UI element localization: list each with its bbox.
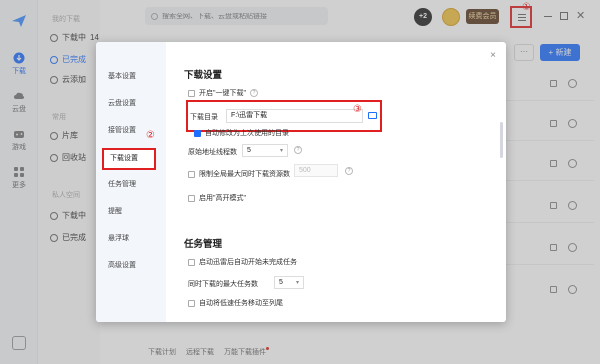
help-icon[interactable]: ? bbox=[345, 167, 353, 175]
nav-reminder[interactable]: 提醒 bbox=[96, 204, 166, 220]
checkbox[interactable] bbox=[188, 299, 195, 307]
checkbox[interactable] bbox=[194, 129, 201, 137]
dialog-close-icon[interactable]: × bbox=[490, 50, 496, 61]
dialog-scrollbar[interactable] bbox=[500, 122, 503, 158]
option-label: 开启"一键下载" bbox=[199, 90, 246, 97]
limit-global-option[interactable]: 限制全局最大同时下载资源数 bbox=[188, 169, 290, 179]
select-value: 5 bbox=[279, 279, 283, 286]
download-dir-field[interactable]: F:\迅雷下载 bbox=[226, 109, 363, 123]
option-label: 限制全局最大同时下载资源数 bbox=[199, 171, 290, 178]
origin-threads-label: 原始地址线程数 bbox=[188, 149, 237, 156]
annotation-2: ② bbox=[146, 130, 155, 141]
download-dir-label: 下载目录 bbox=[190, 114, 218, 121]
help-icon[interactable]: ? bbox=[294, 146, 302, 154]
folder-icon[interactable] bbox=[368, 112, 377, 119]
checkbox[interactable] bbox=[188, 258, 195, 266]
checkbox[interactable] bbox=[188, 170, 195, 178]
option-label: 自动将低速任务移动至列尾 bbox=[199, 300, 283, 307]
chevron-down-icon: ▾ bbox=[295, 280, 299, 286]
turbo-mode-option[interactable]: 启用"高开模式" bbox=[188, 193, 246, 203]
max-tasks-select[interactable]: 5 ▾ bbox=[274, 276, 304, 289]
option-label: 启用"高开模式" bbox=[199, 195, 246, 202]
settings-nav: 基本设置 云盘设置 接管设置 下载设置 任务管理 提醒 悬浮球 高级设置 bbox=[96, 42, 166, 322]
limit-value-field[interactable]: 500 bbox=[294, 164, 338, 177]
nav-advanced-settings[interactable]: 高级设置 bbox=[96, 258, 166, 274]
nav-float-ball[interactable]: 悬浮球 bbox=[96, 231, 166, 247]
help-icon[interactable]: ? bbox=[249, 89, 258, 97]
nav-takeover-settings[interactable]: 接管设置 bbox=[96, 123, 166, 139]
auto-start-option[interactable]: 启动迅雷后自动开始未完成任务 bbox=[188, 257, 297, 267]
task-management-title: 任务管理 bbox=[184, 239, 223, 250]
checkbox[interactable] bbox=[188, 194, 195, 202]
nav-task-management[interactable]: 任务管理 bbox=[96, 177, 166, 193]
origin-threads-select[interactable]: 5 ▾ bbox=[242, 144, 288, 157]
option-label: 自动修改为上次使用的目录 bbox=[205, 130, 289, 137]
nav-cloud-settings[interactable]: 云盘设置 bbox=[96, 96, 166, 112]
one-click-download-option[interactable]: 开启"一键下载" ? bbox=[188, 88, 258, 98]
auto-move-slow-option[interactable]: 自动将低速任务移动至列尾 bbox=[188, 298, 283, 308]
option-label: 启动迅雷后自动开始未完成任务 bbox=[199, 259, 297, 266]
nav-basic-settings[interactable]: 基本设置 bbox=[96, 69, 166, 85]
checkbox[interactable] bbox=[188, 89, 195, 97]
nav-download-settings[interactable]: 下载设置 bbox=[102, 148, 156, 170]
auto-last-dir-option[interactable]: 自动修改为上次使用的目录 bbox=[194, 128, 289, 138]
annotation-3: ③ bbox=[353, 104, 362, 115]
settings-dialog: 基本设置 云盘设置 接管设置 下载设置 任务管理 提醒 悬浮球 高级设置 ② ×… bbox=[96, 42, 506, 322]
download-settings-title: 下载设置 bbox=[184, 70, 223, 81]
chevron-down-icon: ▾ bbox=[279, 148, 283, 154]
max-tasks-label: 同时下载的最大任务数 bbox=[188, 281, 258, 288]
select-value: 5 bbox=[247, 147, 251, 154]
